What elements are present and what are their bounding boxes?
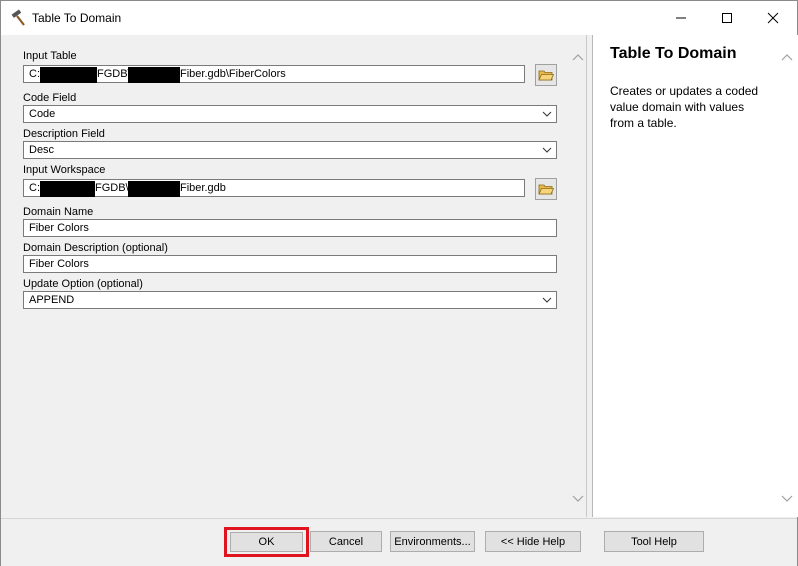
redaction-block [128, 67, 180, 83]
chevron-down-icon [542, 147, 552, 153]
folder-open-icon [538, 70, 554, 81]
domain-name-label: Domain Name [23, 206, 94, 218]
tool-dialog-window: Table To Domain Input Table C: FGDB\ Fib… [0, 0, 798, 566]
minimize-button[interactable] [658, 1, 704, 35]
input-workspace-value-folder: FGDB\ [95, 182, 129, 194]
redaction-block [40, 181, 95, 197]
tool-help-button[interactable]: Tool Help [604, 531, 704, 552]
help-panel: Table To Domain Creates or updates a cod… [592, 35, 798, 517]
environments-button[interactable]: Environments... [390, 531, 475, 552]
scroll-down-icon[interactable] [781, 493, 793, 503]
domain-description-label: Domain Description (optional) [23, 242, 168, 254]
input-table-field[interactable]: C: FGDB\ Fiber.gdb\FiberColors [23, 65, 525, 83]
redaction-block [128, 181, 180, 197]
input-table-browse-button[interactable] [535, 64, 557, 86]
chevron-down-icon [542, 111, 552, 117]
description-field-label: Description Field [23, 128, 105, 140]
input-workspace-field[interactable]: C: FGDB\ Fiber.gdb [23, 179, 525, 197]
input-table-label: Input Table [23, 50, 77, 62]
update-option-label: Update Option (optional) [23, 278, 143, 290]
parameters-panel: Input Table C: FGDB\ Fiber.gdb\FiberColo… [5, 35, 587, 517]
chevron-down-icon [542, 297, 552, 303]
domain-description-value: Fiber Colors [29, 258, 89, 270]
description-field-value: Desc [29, 144, 55, 156]
code-field-value: Code [29, 108, 56, 120]
scroll-up-icon[interactable] [781, 53, 793, 63]
update-option-select[interactable]: APPEND [23, 291, 557, 309]
domain-description-input[interactable]: Fiber Colors [23, 255, 557, 273]
hammer-icon [11, 9, 25, 26]
input-workspace-value-drive: C: [29, 182, 40, 194]
cancel-button[interactable]: Cancel [310, 531, 382, 552]
title-bar[interactable]: Table To Domain [1, 1, 797, 35]
folder-open-icon [538, 184, 554, 195]
help-description: Creates or updates a coded value domain … [610, 84, 759, 130]
input-workspace-label: Input Workspace [23, 164, 106, 176]
code-field-select[interactable]: Code [23, 105, 557, 123]
maximize-button[interactable] [704, 1, 750, 35]
update-option-value: APPEND [29, 294, 75, 306]
input-workspace-value-path: Fiber.gdb [180, 182, 226, 194]
help-title: Table To Domain [610, 45, 737, 62]
hide-help-button[interactable]: << Hide Help [485, 531, 581, 552]
window-title: Table To Domain [32, 11, 122, 25]
dialog-button-bar: OK Cancel Environments... << Hide Help T… [1, 518, 797, 566]
input-table-value-drive: C: [29, 68, 40, 80]
redaction-block [40, 67, 97, 83]
input-table-value-folder: FGDB\ [97, 68, 131, 80]
scroll-up-icon[interactable] [572, 53, 584, 63]
ok-button[interactable]: OK [230, 532, 303, 552]
input-workspace-browse-button[interactable] [535, 178, 557, 200]
description-field-select[interactable]: Desc [23, 141, 557, 159]
help-scrollbar[interactable] [779, 35, 795, 517]
maximize-icon [722, 13, 732, 23]
domain-name-value: Fiber Colors [29, 222, 89, 234]
input-table-value-path: Fiber.gdb\FiberColors [180, 68, 286, 80]
parameters-scrollbar[interactable] [570, 35, 586, 517]
domain-name-input[interactable]: Fiber Colors [23, 219, 557, 237]
code-field-label: Code Field [23, 92, 77, 104]
close-button[interactable] [750, 1, 796, 35]
close-icon [767, 12, 779, 24]
minimize-icon [676, 17, 686, 19]
scroll-down-icon[interactable] [572, 493, 584, 503]
